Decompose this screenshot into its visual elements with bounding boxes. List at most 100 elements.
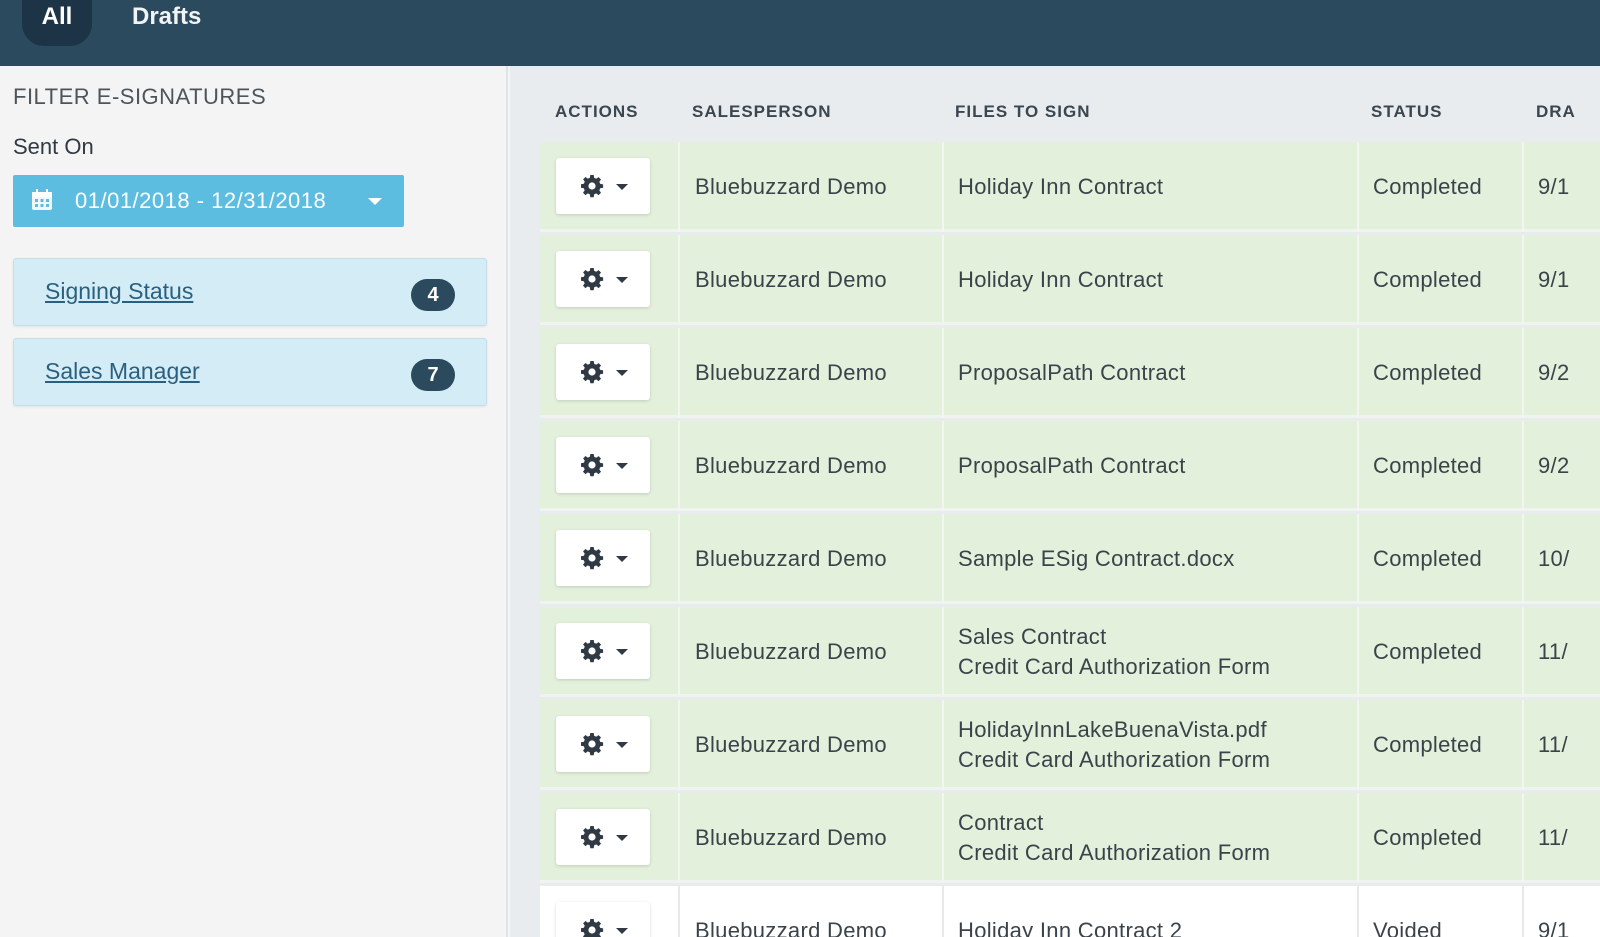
caret-down-icon — [616, 277, 628, 283]
column-divider — [678, 607, 680, 697]
caret-down-icon — [616, 928, 628, 934]
file-name: ProposalPath Contract — [958, 360, 1186, 385]
column-divider — [1522, 328, 1524, 418]
column-divider — [1522, 421, 1524, 511]
column-divider — [1357, 421, 1359, 511]
date-cell: 11/ — [1538, 825, 1568, 850]
column-divider — [942, 886, 944, 937]
column-divider — [1357, 328, 1359, 418]
table-row[interactable]: Bluebuzzard Demo Holiday Inn Contract 2 Vo… — [540, 886, 1600, 937]
column-header-date[interactable]: DRA — [1536, 102, 1576, 122]
column-header-status[interactable]: STATUS — [1371, 102, 1442, 122]
status-cell: Completed — [1373, 267, 1483, 292]
tab-all[interactable]: All — [22, 0, 92, 46]
row-actions-button[interactable] — [556, 809, 650, 865]
files-to-sign-cell: Holiday Inn Contract — [958, 142, 1163, 232]
row-actions-button[interactable] — [556, 902, 650, 937]
row-actions-button[interactable] — [556, 344, 650, 400]
filter-signing-status[interactable]: Signing Status 4 — [13, 258, 487, 326]
row-actions-button[interactable] — [556, 437, 650, 493]
files-to-sign-cell: Contract Credit Card Authorization Form — [958, 793, 1270, 883]
file-name: Sales Contract — [958, 624, 1107, 649]
column-divider — [678, 421, 680, 511]
signing-status-link[interactable]: Signing Status — [45, 278, 193, 305]
salesperson-cell: Bluebuzzard Demo — [695, 825, 887, 850]
caret-down-icon — [616, 370, 628, 376]
column-divider — [1357, 142, 1359, 232]
salesperson-cell: Bluebuzzard Demo — [695, 732, 887, 757]
column-divider — [942, 142, 944, 232]
top-nav-bar: All Drafts — [0, 0, 1600, 66]
caret-down-icon — [616, 556, 628, 562]
row-actions-button[interactable] — [556, 158, 650, 214]
files-to-sign-cell: Sales Contract Credit Card Authorization … — [958, 607, 1270, 697]
salesperson-cell: Bluebuzzard Demo — [695, 267, 887, 292]
file-name: Credit Card Authorization Form — [958, 654, 1271, 679]
table-header: ACTIONS SALESPERSON FILES TO SIGN STATUS… — [510, 66, 1600, 142]
column-divider — [1522, 235, 1524, 325]
table-row[interactable]: Bluebuzzard Demo ProposalPath Contract Com… — [540, 328, 1600, 418]
signing-status-count-badge: 4 — [411, 279, 455, 311]
table-row[interactable]: Bluebuzzard Demo HolidayInnLakeBuenaVista… — [540, 700, 1600, 790]
caret-down-icon — [616, 742, 628, 748]
table-row[interactable]: Bluebuzzard Demo Holiday Inn Contract Comp… — [540, 142, 1600, 232]
caret-down-icon — [616, 463, 628, 469]
table-row[interactable]: Bluebuzzard Demo Contract Credit Card Auth… — [540, 793, 1600, 883]
column-divider — [942, 421, 944, 511]
gear-icon — [581, 826, 604, 849]
column-divider — [1357, 514, 1359, 604]
filter-sales-manager[interactable]: Sales Manager 7 — [13, 338, 487, 406]
salesperson-cell: Bluebuzzard Demo — [695, 546, 887, 571]
table-row[interactable]: Bluebuzzard Demo Holiday Inn Contract Comp… — [540, 235, 1600, 325]
column-divider — [1357, 886, 1359, 937]
files-to-sign-cell: ProposalPath Contract — [958, 421, 1186, 511]
column-divider — [1357, 235, 1359, 325]
column-divider — [678, 328, 680, 418]
file-name: Holiday Inn Contract 2 — [958, 918, 1183, 937]
column-header-files-to-sign[interactable]: FILES TO SIGN — [955, 102, 1090, 122]
row-actions-button[interactable] — [556, 530, 650, 586]
column-divider — [1357, 793, 1359, 883]
caret-down-icon — [368, 198, 382, 205]
row-actions-button[interactable] — [556, 623, 650, 679]
gear-icon — [581, 919, 604, 937]
status-cell: Completed — [1373, 546, 1483, 571]
column-divider — [678, 235, 680, 325]
column-divider — [678, 142, 680, 232]
date-cell: 11/ — [1538, 639, 1568, 664]
salesperson-cell: Bluebuzzard Demo — [695, 453, 887, 478]
status-cell: Completed — [1373, 639, 1483, 664]
date-cell: 11/ — [1538, 732, 1568, 757]
date-cell: 9/2 — [1538, 453, 1570, 478]
files-to-sign-cell: Sample ESig Contract.docx — [958, 514, 1235, 604]
status-cell: Completed — [1373, 825, 1483, 850]
column-divider — [1357, 607, 1359, 697]
table-row[interactable]: Bluebuzzard Demo ProposalPath Contract Com… — [540, 421, 1600, 511]
file-name: Contract — [958, 810, 1044, 835]
caret-down-icon — [616, 835, 628, 841]
table-row[interactable]: Bluebuzzard Demo Sales Contract Credit Car… — [540, 607, 1600, 697]
row-actions-button[interactable] — [556, 716, 650, 772]
gear-icon — [581, 361, 604, 384]
column-header-actions[interactable]: ACTIONS — [555, 102, 639, 122]
date-cell: 9/2 — [1538, 360, 1570, 385]
table-row[interactable]: Bluebuzzard Demo Sample ESig Contract.doc… — [540, 514, 1600, 604]
column-header-salesperson[interactable]: SALESPERSON — [692, 102, 831, 122]
sales-manager-link[interactable]: Sales Manager — [45, 358, 200, 385]
tab-drafts[interactable]: Drafts — [132, 0, 201, 46]
column-divider — [942, 514, 944, 604]
status-cell: Completed — [1373, 360, 1483, 385]
file-name: Credit Card Authorization Form — [958, 747, 1271, 772]
files-to-sign-cell: HolidayInnLakeBuenaVista.pdf Credit Card … — [958, 700, 1270, 790]
status-cell: Completed — [1373, 453, 1483, 478]
salesperson-cell: Bluebuzzard Demo — [695, 639, 887, 664]
salesperson-cell: Bluebuzzard Demo — [695, 174, 887, 199]
sales-manager-count-badge: 7 — [411, 359, 455, 391]
date-range-picker[interactable]: 01/01/2018 - 12/31/2018 — [13, 175, 404, 227]
file-name: ProposalPath Contract — [958, 453, 1186, 478]
gear-icon — [581, 268, 604, 291]
row-actions-button[interactable] — [556, 251, 650, 307]
caret-down-icon — [616, 184, 628, 190]
caret-down-icon — [616, 649, 628, 655]
column-divider — [678, 793, 680, 883]
